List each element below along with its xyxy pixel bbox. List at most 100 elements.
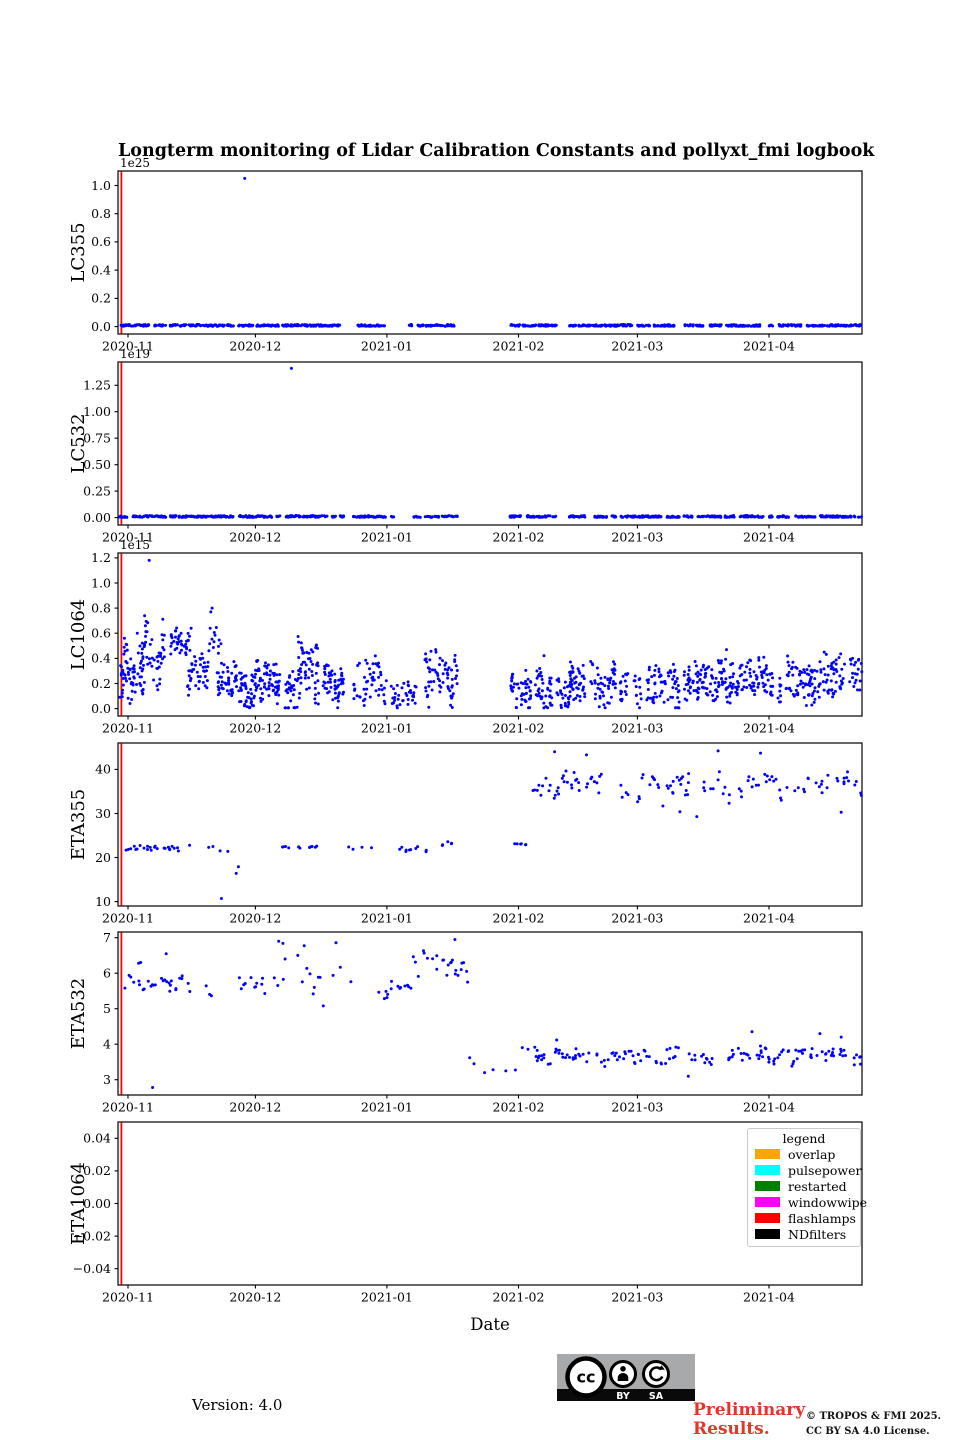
y-tick-label: 0.6 xyxy=(91,234,111,249)
y-tick-label: 5 xyxy=(103,1001,111,1016)
preliminary-line1: Preliminary xyxy=(693,1400,806,1420)
x-tick-label: 2021-02 xyxy=(493,530,545,545)
x-tick-label: 2020-11 xyxy=(102,721,154,736)
x-tick-label: 2020-11 xyxy=(102,1290,154,1305)
x-tick-label: 2021-04 xyxy=(743,1100,795,1115)
ylabel-lc532: LC532 xyxy=(68,413,89,473)
copyright-note: © TROPOS & FMI 2025. CC BY SA 4.0 Licens… xyxy=(806,1410,941,1439)
preliminary-line2: Results. xyxy=(693,1419,770,1439)
by-icon-head xyxy=(620,1366,626,1372)
x-tick-label: 2020-11 xyxy=(102,1100,154,1115)
y-tick-label: 20 xyxy=(95,850,111,865)
legend-entry: flashlamps xyxy=(748,1210,860,1226)
subplot-eta532: 3 4 5 6 7 2020-11 2020-12 2021-01 2021-02 2021-03… xyxy=(68,930,863,1115)
legend-entry-label: restarted xyxy=(788,1178,847,1194)
ylabel-eta1064: ETA1064 xyxy=(68,1162,89,1245)
ylabel-eta355: ETA355 xyxy=(68,789,89,861)
axes-frame xyxy=(117,361,863,526)
y-tick-label: 1.2 xyxy=(91,550,111,565)
cc-icon-letters: cc xyxy=(577,1368,596,1387)
y-offset-label: 1e19 xyxy=(120,347,150,361)
subplot-lc532: 0.000.250.500.751.001.252020-11 2020-12 20… xyxy=(68,347,863,545)
y-tick-label: 1.0 xyxy=(91,575,111,590)
subplot-lc1064: 0.0 0.2 0.4 0.6 0.8 1.0 1.2 2020-11 2020-12 2021-… xyxy=(68,538,864,736)
y-offset-label: 1e25 xyxy=(120,156,150,170)
y-tick-label: 0.0 xyxy=(91,701,111,716)
x-tick-label: 2021-03 xyxy=(611,339,663,354)
y-tick-label: 30 xyxy=(95,806,111,821)
x-tick-label: 2021-04 xyxy=(743,911,795,926)
x-tick-label: 2020-12 xyxy=(229,1100,281,1115)
legend-entry: overlap xyxy=(748,1146,860,1162)
subplot-lc355: 0.00.20.40.60.81.02020-11 2020-12 2021-01 2… xyxy=(68,156,863,354)
x-tick-label: 2021-01 xyxy=(361,1100,413,1115)
legend-swatch-overlap xyxy=(755,1149,780,1159)
x-tick-label: 2021-03 xyxy=(611,1290,663,1305)
ylabel-lc355: LC355 xyxy=(68,222,89,282)
x-tick-label: 2021-01 xyxy=(361,911,413,926)
y-tick-label: 7 xyxy=(103,930,111,945)
x-tick-label: 2021-01 xyxy=(361,339,413,354)
y-offset-label: 1e15 xyxy=(120,538,150,552)
legend-swatch-flashlamps xyxy=(755,1213,780,1223)
x-tick-label: 2021-02 xyxy=(493,339,545,354)
version-text: Version: 4.0 xyxy=(192,1396,283,1414)
legend-entry-label: pulsepower xyxy=(788,1162,862,1178)
copyright-line1: © TROPOS & FMI 2025. xyxy=(806,1411,942,1422)
y-tick-label: 0.4 xyxy=(91,651,111,666)
y-tick-label: 0.2 xyxy=(91,291,111,306)
legend-entry-label: windowwipe xyxy=(788,1194,868,1210)
legend-swatch-restarted xyxy=(755,1181,780,1191)
x-tick-label: 2021-04 xyxy=(743,721,795,736)
x-tick-label: 2021-02 xyxy=(493,1290,545,1305)
y-tick-label: 40 xyxy=(95,762,111,777)
legend-entry-label: NDfilters xyxy=(788,1226,847,1242)
x-tick-label: 2021-04 xyxy=(743,339,795,354)
ylabel-lc1064: LC1064 xyxy=(68,599,89,671)
y-tick-label: 0.00 xyxy=(83,510,111,525)
figure: Longterm monitoring of Lidar Calibration… xyxy=(0,0,960,1440)
x-tick-label: 2020-12 xyxy=(229,339,281,354)
y-tick-label: 0.25 xyxy=(83,483,111,498)
x-tick-label: 2021-02 xyxy=(493,1100,545,1115)
y-tick-label: 4 xyxy=(103,1037,111,1052)
x-tick-label: 2021-04 xyxy=(743,530,795,545)
legend-entry: restarted xyxy=(748,1178,860,1194)
legend-swatch-NDfilters xyxy=(755,1229,780,1239)
x-tick-label: 2021-02 xyxy=(493,721,545,736)
x-tick-label: 2020-11 xyxy=(102,911,154,926)
y-tick-label: −0.04 xyxy=(73,1261,111,1276)
legend-entry-label: flashlamps xyxy=(788,1210,856,1226)
x-tick-label: 2021-01 xyxy=(361,530,413,545)
x-tick-label: 2020-12 xyxy=(229,721,281,736)
subplot-eta1064: −0.04−0.020.000.020.042020-11 2020-12 2021… xyxy=(68,1121,863,1305)
preliminary-note: Preliminary Results. xyxy=(693,1401,805,1439)
legend-box: legend overlap pulsepower restarted windoww… xyxy=(747,1128,867,1247)
legend-swatch-windowwipe xyxy=(755,1197,780,1207)
subplot-eta355: 10 20 30 40 2020-11 2020-12 2021-01 2021-02 2021… xyxy=(68,742,863,926)
legend-entry: pulsepower xyxy=(748,1162,862,1178)
y-tick-label: 0.2 xyxy=(91,676,111,691)
legend-swatch-pulsepower xyxy=(755,1165,780,1175)
legend-title: legend xyxy=(782,1131,826,1146)
x-tick-label: 2020-12 xyxy=(229,911,281,926)
x-tick-label: 2021-01 xyxy=(361,721,413,736)
copyright-line2: CC BY SA 4.0 License. xyxy=(806,1425,930,1437)
y-tick-label: 1.0 xyxy=(91,178,111,193)
x-tick-label: 2021-03 xyxy=(611,911,663,926)
y-tick-label: 3 xyxy=(103,1072,111,1087)
legend-entry-label: overlap xyxy=(788,1146,836,1162)
axes-frame xyxy=(117,931,863,1096)
sa-label: SA xyxy=(649,1391,664,1401)
cc-license-badge: cc BY SA xyxy=(557,1354,695,1401)
sa-icon xyxy=(642,1360,670,1388)
y-tick-label: 6 xyxy=(103,966,111,981)
x-tick-label: 2021-03 xyxy=(611,721,663,736)
axes-frame xyxy=(117,742,863,907)
x-tick-label: 2021-01 xyxy=(361,1290,413,1305)
xaxis-title: Date xyxy=(470,1315,509,1334)
axes-frame xyxy=(117,170,863,335)
ylabel-eta532: ETA532 xyxy=(68,978,89,1050)
x-tick-label: 2021-04 xyxy=(743,1290,795,1305)
legend-entry: windowwipe xyxy=(748,1194,867,1210)
